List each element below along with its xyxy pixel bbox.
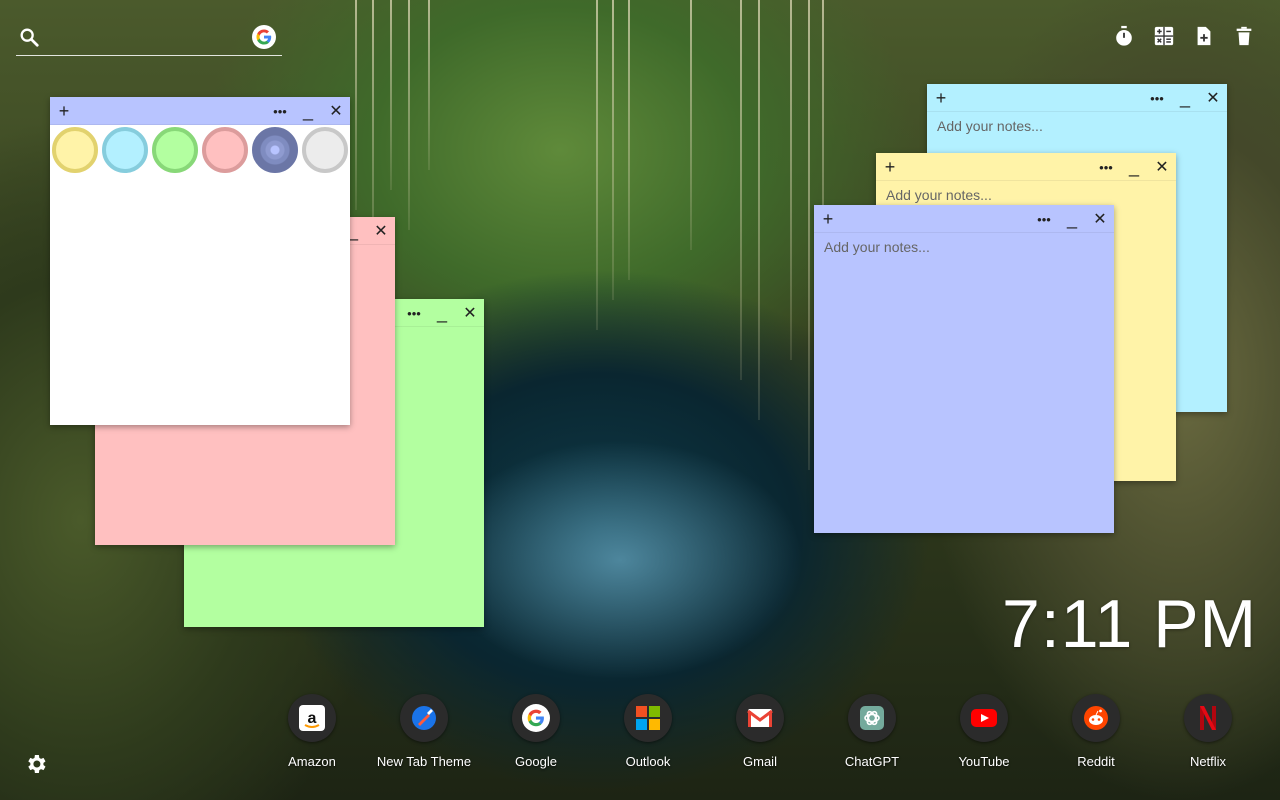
amazon-icon: a	[288, 694, 336, 742]
svg-text:a: a	[308, 710, 317, 727]
minimize-icon[interactable]: _	[1173, 84, 1197, 112]
dock-label: YouTube	[958, 754, 1010, 769]
color-swatch-green[interactable]	[152, 127, 198, 173]
more-icon[interactable]: •••	[1145, 84, 1169, 112]
trash-icon[interactable]	[1232, 24, 1256, 48]
add-note-icon[interactable]: +	[52, 97, 76, 125]
new-note-icon[interactable]	[1192, 24, 1216, 48]
color-swatch-pink[interactable]	[202, 127, 248, 173]
dock-label: New Tab Theme	[376, 754, 472, 769]
dock-item-gmail[interactable]: Gmail	[710, 694, 810, 769]
close-icon[interactable]: ✕	[458, 299, 482, 327]
dock-label: Amazon	[288, 754, 336, 769]
color-swatch-periwinkle-selected[interactable]	[252, 127, 298, 173]
dock-item-outlook[interactable]: Outlook	[598, 694, 698, 769]
more-icon[interactable]: •••	[1094, 153, 1118, 181]
dock-item-new-tab-theme[interactable]: New Tab Theme	[374, 694, 474, 769]
new-tab-theme-icon	[400, 694, 448, 742]
clock: 7:11 PM	[1002, 586, 1258, 662]
microsoft-icon	[624, 694, 672, 742]
dock-item-youtube[interactable]: YouTube	[934, 694, 1034, 769]
dock-label: Google	[515, 754, 557, 769]
color-swatch-gray[interactable]	[302, 127, 348, 173]
close-icon[interactable]: ✕	[324, 97, 348, 125]
note-textarea[interactable]	[824, 239, 1104, 439]
color-palette	[50, 125, 350, 175]
dock-item-amazon[interactable]: a Amazon	[262, 694, 362, 769]
close-icon[interactable]: ✕	[1088, 205, 1112, 233]
note-header: + ••• _ ✕	[927, 84, 1227, 112]
dock-item-google[interactable]: Google	[486, 694, 586, 769]
close-icon[interactable]: ✕	[1201, 84, 1225, 112]
gmail-icon	[736, 694, 784, 742]
close-icon[interactable]: ✕	[1150, 153, 1174, 181]
dock-label: Outlook	[625, 754, 671, 769]
dock-item-reddit[interactable]: Reddit	[1046, 694, 1146, 769]
dock-label: ChatGPT	[844, 754, 900, 769]
reddit-icon	[1072, 694, 1120, 742]
timer-icon[interactable]	[1112, 24, 1136, 48]
dock-label: Netflix	[1189, 754, 1227, 769]
close-icon[interactable]: ✕	[369, 217, 393, 245]
more-icon[interactable]: •••	[1032, 205, 1056, 233]
minimize-icon[interactable]: _	[1122, 153, 1146, 181]
dock-label: Reddit	[1077, 754, 1115, 769]
calculator-icon[interactable]	[1152, 24, 1176, 48]
gear-icon[interactable]	[24, 752, 48, 776]
color-swatch-yellow[interactable]	[52, 127, 98, 173]
add-note-icon[interactable]: +	[878, 153, 902, 181]
note-header: + ••• _ ✕	[814, 205, 1114, 233]
minimize-icon[interactable]: _	[296, 97, 320, 125]
minimize-icon[interactable]: _	[430, 299, 454, 327]
search-input[interactable]	[50, 26, 240, 50]
sticky-note-white[interactable]: + ••• _ ✕	[50, 97, 350, 425]
sticky-note-periwinkle[interactable]: + ••• _ ✕	[814, 205, 1114, 533]
dock-label: Gmail	[743, 754, 777, 769]
google-icon	[512, 694, 560, 742]
color-swatch-cyan[interactable]	[102, 127, 148, 173]
more-icon[interactable]: •••	[268, 97, 292, 125]
top-toolbar	[1112, 24, 1256, 48]
add-note-icon[interactable]: +	[929, 84, 953, 112]
chatgpt-icon	[848, 694, 896, 742]
google-icon[interactable]	[252, 25, 276, 49]
add-note-icon[interactable]: +	[816, 205, 840, 233]
search-icon[interactable]	[18, 26, 40, 48]
netflix-icon	[1184, 694, 1232, 742]
minimize-icon[interactable]: _	[1060, 205, 1084, 233]
dock-item-chatgpt[interactable]: ChatGPT	[822, 694, 922, 769]
note-header: + ••• _ ✕	[50, 97, 350, 125]
dock-item-netflix[interactable]: Netflix	[1158, 694, 1258, 769]
youtube-icon	[960, 694, 1008, 742]
search-bar	[16, 22, 282, 56]
more-icon[interactable]: •••	[402, 299, 426, 327]
note-header: + ••• _ ✕	[876, 153, 1176, 181]
